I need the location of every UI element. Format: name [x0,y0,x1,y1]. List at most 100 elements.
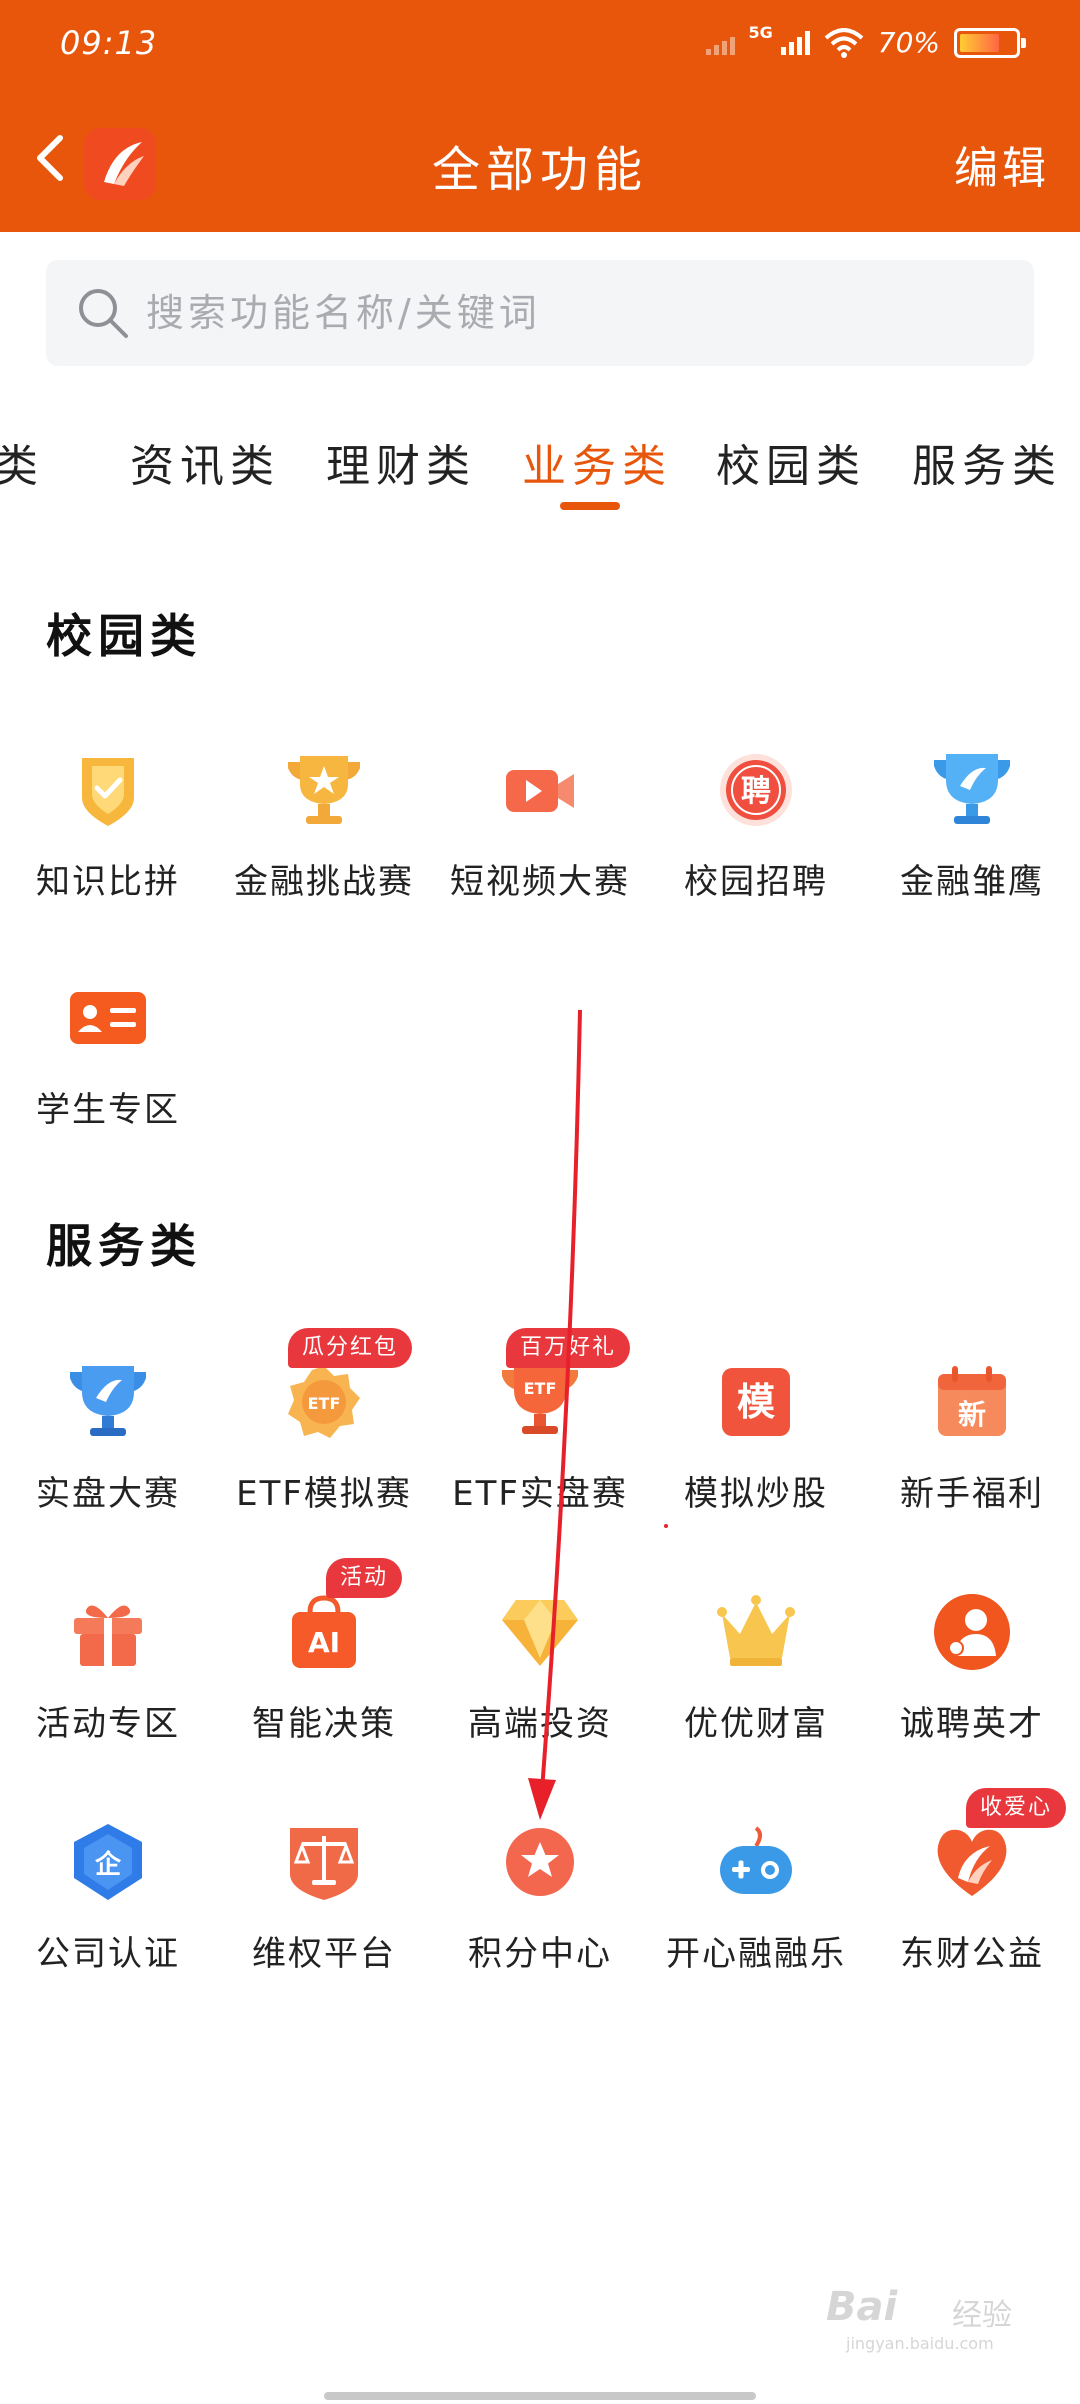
diamond-icon [502,1600,578,1666]
active-tab-indicator [560,502,620,510]
feature-etf-simulation[interactable]: ETF 瓜分红包 ETF模拟赛 [216,1328,432,1532]
feature-happy-game[interactable]: 开心融融乐 [648,1822,864,1992]
recruit-icon: 聘 [720,754,792,826]
watermark-brand: Bai [826,2284,898,2330]
tab-hua[interactable]: 话类 [0,430,44,494]
battery-percent: 70% [877,26,940,59]
promo-badge: 收爱心 [966,1788,1067,1828]
feature-label: 维权平台 [252,1934,396,1974]
feature-label: 金融挑战赛 [234,862,414,902]
feature-live-contest[interactable]: 实盘大赛 [0,1362,216,1532]
search-box[interactable] [46,260,1034,366]
calendar-new-icon: 新 [938,1366,1006,1436]
feature-label: 开心融融乐 [666,1934,846,1974]
trophy-star-icon [288,756,360,824]
feature-label: 活动专区 [36,1704,180,1744]
feature-short-video-contest[interactable]: 短视频大赛 [432,750,648,920]
feature-label: 知识比拼 [36,862,180,902]
feature-etf-live[interactable]: ETF 百万好礼 ETF实盘赛 [432,1328,648,1532]
feature-newbie-welfare[interactable]: 新 新手福利 [864,1362,1080,1532]
section-title-service: 服务类 [46,1219,202,1273]
feature-finance-eagle[interactable]: 金融雏鹰 [864,750,1080,920]
feature-charity[interactable]: 收爱心 东财公益 [864,1788,1080,1992]
promo-badge: 活动 [326,1558,403,1598]
tab-news[interactable]: 资讯类 [130,430,280,494]
feature-label: 短视频大赛 [450,862,630,902]
feature-label: 模拟炒股 [684,1474,828,1514]
feature-youyou-wealth[interactable]: 优优财富 [648,1592,864,1762]
tab-campus[interactable]: 校园类 [716,430,866,494]
scales-icon [290,1828,358,1900]
feature-label: 金融雏鹰 [900,862,1044,902]
simulate-icon: 模 [722,1368,790,1436]
feature-label: ETF模拟赛 [236,1474,412,1514]
feature-knowledge-contest[interactable]: 知识比拼 [0,750,216,920]
section-title-campus: 校园类 [46,609,202,663]
talent-icon [934,1594,1010,1670]
svg-text:聘: 聘 [741,774,771,809]
feature-simulate-trade[interactable]: 模 模拟炒股 [648,1362,864,1532]
feature-finance-challenge[interactable]: 金融挑战赛 [216,750,432,920]
feature-campus-recruit[interactable]: 聘 校园招聘 [648,750,864,920]
svg-text:新: 新 [958,1398,986,1431]
app-header: 09:13 5G 70% 全部功能 编辑 [0,0,1080,232]
feature-activity-zone[interactable]: 活动专区 [0,1592,216,1762]
tab-service[interactable]: 服务类 [912,430,1062,494]
watermark-url: jingyan.baidu.com [846,2334,994,2353]
shield-verify-icon: 企 [74,1824,142,1900]
feature-label: 优优财富 [684,1704,828,1744]
svg-text:ETF: ETF [524,1379,557,1398]
svg-text:AI: AI [308,1626,340,1659]
secondary-signal-icon [705,31,735,55]
category-tabs: 话类 资讯类 理财类 业务类 校园类 服务类 [0,420,1080,520]
svg-text:企: 企 [95,1849,122,1880]
trophy-icon [70,1366,146,1436]
battery-icon [954,27,1026,58]
student-card-icon [70,992,146,1044]
svg-text:ETF: ETF [308,1394,341,1413]
promo-badge: 瓜分红包 [288,1328,413,1368]
feature-label: ETF实盘赛 [452,1474,628,1514]
ai-bag-icon: AI [292,1595,356,1668]
tab-finance[interactable]: 理财类 [326,430,476,494]
feature-smart-decision[interactable]: AI 活动 智能决策 [216,1558,432,1762]
home-indicator[interactable] [324,2392,756,2400]
tab-business[interactable]: 业务类 [522,430,672,494]
promo-badge: 百万好礼 [506,1328,631,1368]
feature-rights-platform[interactable]: 维权平台 [216,1822,432,1992]
feature-label: 公司认证 [36,1934,180,1974]
trophy-icon [934,754,1010,824]
feature-label: 智能决策 [252,1704,396,1744]
feature-hiring-talent[interactable]: 诚聘英才 [864,1592,1080,1762]
search-icon [79,289,128,338]
feature-premium-invest[interactable]: 高端投资 [432,1592,648,1762]
feature-label: 高端投资 [468,1704,612,1744]
feature-label: 积分中心 [468,1934,612,1974]
gamepad-icon [720,1826,792,1894]
feature-student-zone[interactable]: 学生专区 [0,978,216,1148]
feature-label: 新手福利 [900,1474,1044,1514]
video-camera-icon [506,770,574,812]
search-input[interactable] [146,278,1006,348]
feature-label: 诚聘英才 [900,1704,1044,1744]
watermark-cn: 经验 [952,2298,1012,2333]
nav-bar: 全部功能 编辑 [0,108,1080,208]
feature-label: 东财公益 [900,1934,1044,1974]
status-icons: 5G 70% [705,23,1026,59]
edit-button[interactable]: 编辑 [954,132,1050,196]
wifi-icon [824,27,864,58]
gift-icon [74,1605,142,1666]
crown-icon [717,1595,795,1666]
status-time: 09:13 [60,24,158,62]
badge-check-icon [82,758,134,826]
feature-company-verify[interactable]: 企 公司认证 [0,1822,216,1992]
network-type: 5G [748,23,773,42]
feature-points-center[interactable]: 积分中心 [432,1822,648,1992]
status-bar: 09:13 5G 70% [0,20,1080,70]
charity-heart-icon [937,1829,1007,1896]
etf-cup-icon: ETF [502,1364,578,1434]
feature-label: 学生专区 [36,1090,180,1130]
watermark: Bai 经验 jingyan.baidu.com [826,2276,1046,2356]
page-title: 全部功能 [431,142,648,198]
signal-icon [780,30,810,55]
